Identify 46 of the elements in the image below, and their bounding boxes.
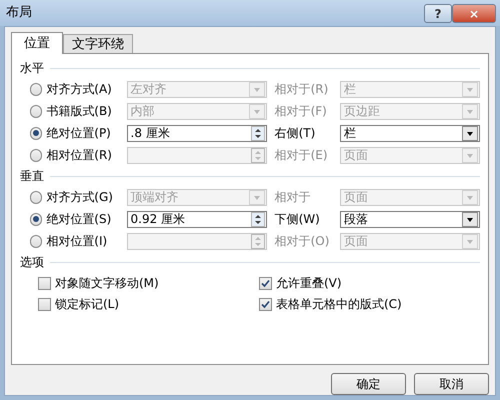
checkbox[interactable] bbox=[38, 298, 51, 310]
radio-button[interactable] bbox=[30, 212, 42, 226]
section-heading: 水平 bbox=[20, 60, 44, 77]
checkbox-label: 对象随文字移动(M) bbox=[55, 275, 159, 292]
checkbox[interactable] bbox=[259, 276, 272, 290]
field-label: 对齐方式(A) bbox=[45, 81, 113, 98]
field-label: 相对于(F) bbox=[274, 103, 328, 120]
spin-field[interactable]: .8 厘米 bbox=[126, 124, 267, 142]
dropdown-field[interactable]: 栏 bbox=[340, 124, 480, 142]
field-label: 相对位置(I) bbox=[45, 233, 108, 250]
tab[interactable]: 文字环绕 bbox=[63, 34, 133, 53]
spin-field[interactable] bbox=[126, 146, 267, 164]
radio-button[interactable] bbox=[30, 190, 42, 204]
field-label: 对齐方式(G) bbox=[45, 189, 114, 206]
field-label: 书籍版式(B) bbox=[45, 103, 113, 120]
field-label: 绝对位置(S) bbox=[45, 211, 112, 228]
section-heading: 垂直 bbox=[20, 168, 44, 185]
radio-button[interactable] bbox=[30, 148, 42, 162]
checkbox[interactable] bbox=[259, 298, 272, 310]
window-title: 布局 bbox=[6, 4, 32, 22]
checkbox-label: 锁定标记(L) bbox=[55, 296, 120, 313]
cancel-button[interactable]: 取消 bbox=[414, 373, 489, 395]
checkbox-label: 表格单元格中的版式(C) bbox=[276, 296, 402, 313]
dropdown-field[interactable]: 段落 bbox=[340, 210, 480, 228]
radio-button[interactable] bbox=[30, 82, 42, 96]
field-label: 右侧(T) bbox=[274, 125, 316, 142]
spin-arrows-icon[interactable] bbox=[250, 212, 265, 226]
tab[interactable]: 位置 bbox=[11, 32, 63, 54]
help-button[interactable]: ? bbox=[424, 4, 452, 22]
radio-button[interactable] bbox=[30, 104, 42, 118]
field-label: 下侧(W) bbox=[274, 211, 321, 228]
radio-button[interactable] bbox=[30, 234, 42, 248]
field-label: 相对于(O) bbox=[274, 233, 330, 250]
field-label: 相对于(E) bbox=[274, 147, 329, 164]
section-heading: 选项 bbox=[20, 254, 44, 271]
ok-button[interactable]: 确定 bbox=[331, 373, 406, 395]
field-label: 绝对位置(P) bbox=[45, 125, 112, 142]
field-label: 相对于(R) bbox=[274, 81, 330, 98]
spin-field[interactable] bbox=[126, 232, 267, 250]
checkbox[interactable] bbox=[38, 276, 51, 290]
checkbox-label: 允许重叠(V) bbox=[276, 275, 342, 292]
radio-button[interactable] bbox=[30, 126, 42, 140]
field-label: 相对于 bbox=[274, 189, 312, 206]
field-label: 相对位置(R) bbox=[45, 147, 113, 164]
spin-field[interactable]: 0.92 厘米 bbox=[126, 210, 267, 228]
spin-arrows-icon[interactable] bbox=[250, 126, 265, 140]
